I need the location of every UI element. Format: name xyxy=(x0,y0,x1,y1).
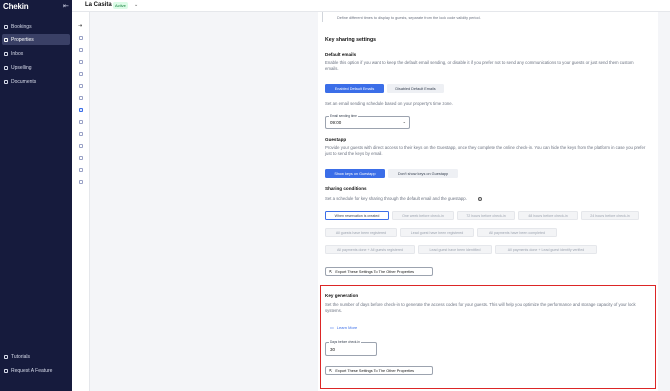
section-icon[interactable] xyxy=(79,36,83,40)
condition-chip[interactable]: One week before check-in xyxy=(392,211,454,220)
lightbulb-icon xyxy=(4,354,8,359)
top-note: Define different times to display to gue… xyxy=(337,16,481,20)
guestapp-title: Guestapp xyxy=(325,137,347,142)
key-generation-title: Key generation xyxy=(325,293,359,298)
document-icon xyxy=(4,79,8,84)
collapse-icon[interactable]: ⇤ xyxy=(63,2,69,10)
sidebar-item-label: Upselling xyxy=(11,64,32,71)
sidebar-item-bookings[interactable]: Bookings xyxy=(2,21,70,32)
condition-chip[interactable]: When reservation is created xyxy=(325,211,389,220)
property-name: La Casita xyxy=(85,2,112,8)
sidebar-item-label: Tutorials xyxy=(11,353,30,360)
sidebar-item-request-feature[interactable]: Request A Feature xyxy=(2,365,70,376)
book-icon: ▭ xyxy=(330,325,334,330)
sidebar-item-properties[interactable]: Properties xyxy=(2,34,70,45)
email-sending-time-select[interactable]: Email sending time 09:00 ⌄ xyxy=(325,114,410,129)
sidebar-item-documents[interactable]: Documents xyxy=(2,76,70,87)
sidebar-item-label: Bookings xyxy=(11,23,32,30)
export-label: Export These Settings To The Other Prope… xyxy=(335,269,415,274)
key-generation-description: Set the number of days before check-in t… xyxy=(325,302,636,313)
key-icon[interactable] xyxy=(79,108,83,112)
export-icon: ⇱ xyxy=(329,269,333,274)
upselling-icon xyxy=(4,65,8,70)
hide-keys-button[interactable]: Don't show keys on Guestapp xyxy=(388,169,458,178)
key-sharing-title: Key sharing settings xyxy=(325,37,377,43)
condition-chip[interactable]: All payments done + Lead guest identify … xyxy=(495,245,597,254)
show-keys-button[interactable]: Show keys on Guestapp xyxy=(325,169,385,178)
status-badge: Active xyxy=(113,2,128,9)
chevron-down-icon: ⌄ xyxy=(402,119,406,124)
enable-default-emails-button[interactable]: Enabled Default Emails xyxy=(325,84,384,93)
sidebar-item-tutorials[interactable]: Tutorials xyxy=(2,351,70,362)
feature-icon xyxy=(4,368,8,373)
section-icon[interactable] xyxy=(79,144,83,148)
calendar-icon xyxy=(4,24,8,29)
condition-chip[interactable]: 72 hours before check-in xyxy=(457,211,515,220)
sharing-conditions-title: Sharing conditions xyxy=(325,186,367,191)
divider xyxy=(322,12,323,22)
section-icon[interactable] xyxy=(79,156,83,160)
export-settings-button[interactable]: ⇱ Export These Settings To The Other Pro… xyxy=(325,366,433,375)
sidebar-item-label: Properties xyxy=(11,36,34,43)
sidebar-item-upselling[interactable]: Upselling xyxy=(2,62,70,73)
section-icon[interactable] xyxy=(79,48,83,52)
guestapp-description: Provide your guests with direct access t… xyxy=(325,145,646,156)
arrow-right-icon[interactable]: ⇥ xyxy=(78,23,82,29)
condition-chip[interactable]: All payments done + All guests registere… xyxy=(325,245,415,254)
section-icon[interactable] xyxy=(79,84,83,88)
section-icon[interactable] xyxy=(79,60,83,64)
field-label: Email sending time xyxy=(329,114,358,118)
field-value: 30 xyxy=(330,347,336,352)
section-icon[interactable] xyxy=(79,132,83,136)
condition-chip[interactable]: 48 hours before check-in xyxy=(518,211,578,220)
sidebar-item-inbox[interactable]: Inbox xyxy=(2,48,70,59)
section-icon[interactable] xyxy=(79,96,83,100)
export-label: Export These Settings To The Other Prope… xyxy=(335,368,415,373)
section-icon[interactable] xyxy=(79,168,83,172)
disable-default-emails-button[interactable]: Disabled Default Emails xyxy=(387,84,444,93)
export-settings-button[interactable]: ⇱ Export These Settings To The Other Pro… xyxy=(325,267,433,276)
condition-chip[interactable]: 24 hours before check-in xyxy=(581,211,639,220)
default-emails-description: Enable this option if you want to keep t… xyxy=(325,60,634,71)
sidebar-item-label: Inbox xyxy=(11,50,24,57)
sidebar-item-label: Documents xyxy=(11,78,37,85)
default-emails-title: Default emails xyxy=(325,52,357,57)
info-icon[interactable]: i xyxy=(478,197,482,201)
field-label: Days before check-in xyxy=(329,340,361,344)
field-value: 09:00 xyxy=(330,120,342,125)
schedule-text: Set an email sending schedule based on y… xyxy=(325,101,453,106)
inbox-icon xyxy=(4,51,8,56)
section-icon[interactable] xyxy=(79,180,83,184)
condition-chip[interactable]: Lead guest have been registered xyxy=(400,228,474,237)
app-logo: Chekin xyxy=(3,2,29,11)
section-icon[interactable] xyxy=(79,120,83,124)
condition-chip[interactable]: All payments have been completed xyxy=(477,228,557,237)
learn-more-link[interactable]: ▭ Learn More xyxy=(330,325,357,330)
section-icon[interactable] xyxy=(79,72,83,76)
export-icon: ⇱ xyxy=(329,368,333,373)
home-icon xyxy=(4,37,8,42)
learn-more-label: Learn More xyxy=(336,325,358,330)
chevron-down-icon[interactable]: ⌄ xyxy=(134,2,138,8)
days-before-checkin-input[interactable]: Days before check-in 30 xyxy=(325,340,377,356)
condition-chip[interactable]: All guests have been registered xyxy=(325,228,397,237)
condition-chip[interactable]: Lead guest have been identified xyxy=(418,245,492,254)
sidebar: Chekin ⇤ Bookings Properties Inbox Upsel… xyxy=(0,0,72,391)
sharing-conditions-description: Set a schedule for key sharing through t… xyxy=(325,196,467,201)
section-icon-rail: ⇥ xyxy=(72,12,90,391)
sidebar-item-label: Request A Feature xyxy=(11,367,53,374)
top-header: La Casita Active ⌄ xyxy=(72,0,670,12)
